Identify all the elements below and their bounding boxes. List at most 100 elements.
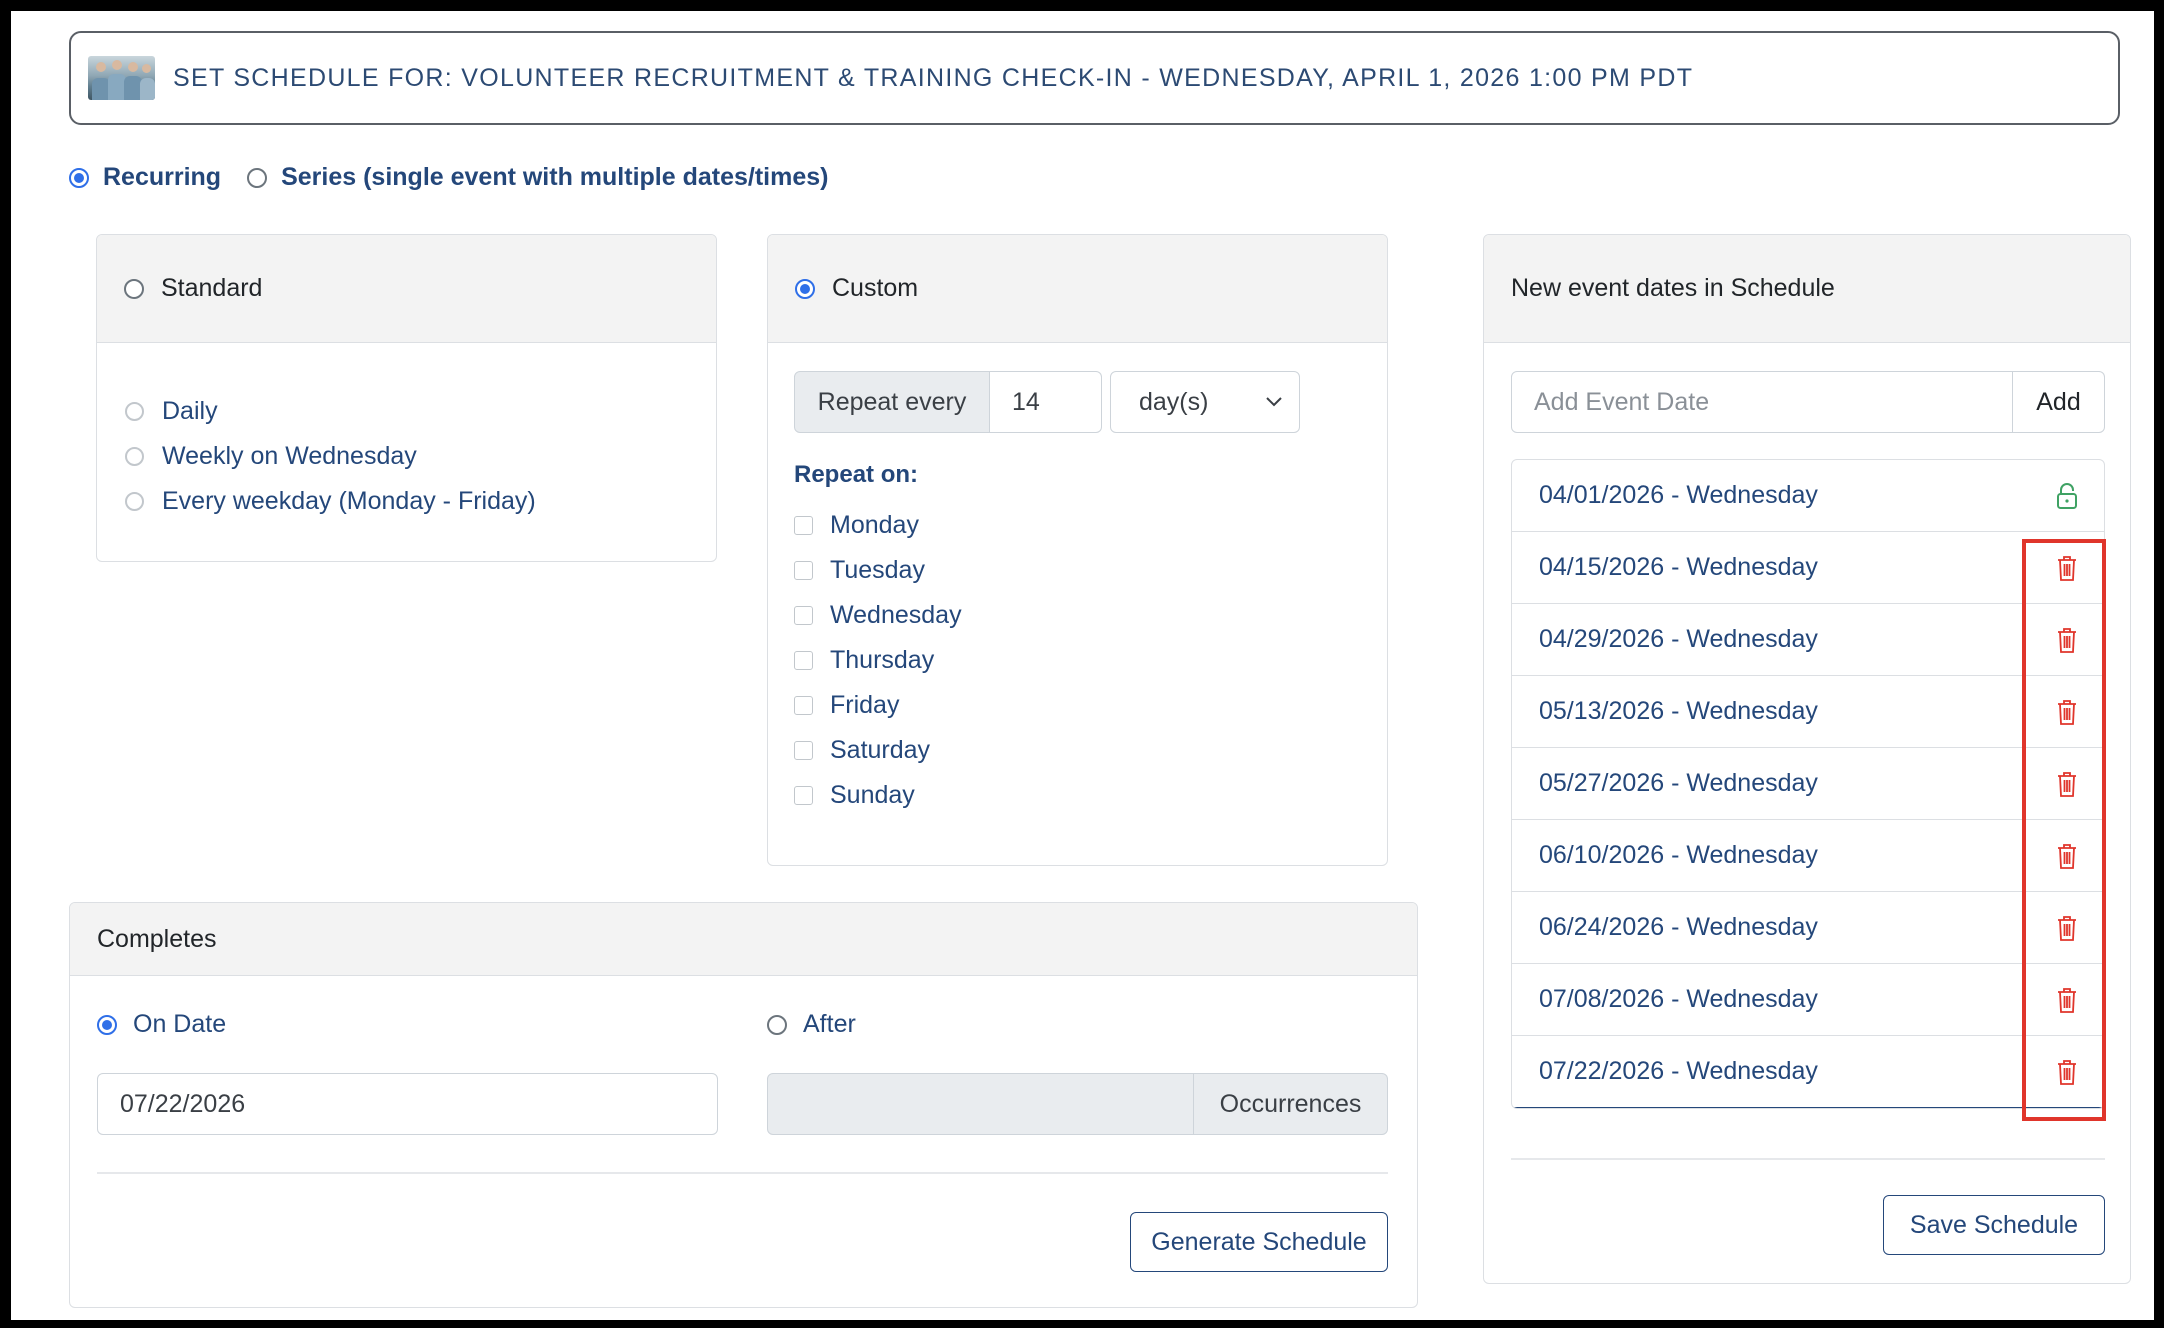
list-item: 07/22/2026 - Wednesday [1512,1036,2104,1108]
weekly-radio[interactable] [125,447,144,466]
after-option[interactable]: After [767,1010,856,1039]
repeat-on-label: Repeat on: [794,461,919,488]
list-item: 04/29/2026 - Wednesday [1512,604,2104,676]
day-thursday[interactable]: Thursday [794,638,962,683]
after-label: After [803,1010,856,1038]
custom-title: Custom [832,274,919,302]
day-monday[interactable]: Monday [794,503,962,548]
repeat-every-label: Repeat every [794,371,990,433]
weekday-radio[interactable] [125,492,144,511]
standard-title: Standard [161,274,263,302]
end-date-input[interactable]: 07/22/2026 [97,1073,718,1135]
recurring-option[interactable]: Recurring [69,163,221,192]
thursday-checkbox[interactable] [794,651,813,670]
date-label: 07/08/2026 - Wednesday [1539,985,1818,1013]
repeat-unit-select[interactable]: day(s) [1110,371,1300,433]
schedule-page: SET SCHEDULE FOR: VOLUNTEER RECRUITMENT … [11,11,2154,1320]
occurrences-group: Occurrences [767,1073,1388,1135]
completes-panel: Completes On Date 07/22/2026 After Occur… [69,902,1418,1308]
repeat-days-list: Monday Tuesday Wednesday Thursday Friday… [794,503,962,818]
repeat-every-group: Repeat every 14 day(s) [794,371,1300,433]
custom-panel: Custom Repeat every 14 day(s) Repeat on:… [767,234,1388,866]
date-label: 04/01/2026 - Wednesday [1539,481,1818,509]
option-weekday[interactable]: Every weekday (Monday - Friday) [125,479,716,524]
date-label: 07/22/2026 - Wednesday [1539,1057,1818,1085]
daily-radio[interactable] [125,402,144,421]
divider [97,1172,1388,1174]
repeat-unit-value: day(s) [1139,387,1209,416]
add-date-button[interactable]: Add [2013,371,2105,433]
page-title: SET SCHEDULE FOR: VOLUNTEER RECRUITMENT … [173,63,1694,92]
add-event-date-input[interactable]: Add Event Date [1511,371,2013,433]
schedule-mode-group: Recurring Series (single event with mult… [69,163,854,192]
date-label: 04/15/2026 - Wednesday [1539,553,1818,581]
completes-title: Completes [97,924,217,953]
series-radio[interactable] [247,167,268,188]
date-label: 06/24/2026 - Wednesday [1539,913,1818,941]
date-label: 05/27/2026 - Wednesday [1539,769,1818,797]
tuesday-checkbox[interactable] [794,561,813,580]
day-label: Wednesday [830,601,962,629]
day-tuesday[interactable]: Tuesday [794,548,962,593]
option-daily[interactable]: Daily [125,389,716,434]
day-saturday[interactable]: Saturday [794,728,962,773]
recurring-radio[interactable] [69,167,89,188]
list-item: 07/08/2026 - Wednesday [1512,964,2104,1036]
day-label: Sunday [830,781,915,809]
completes-header: Completes [70,903,1417,976]
list-item: 05/27/2026 - Wednesday [1512,748,2104,820]
day-label: Tuesday [830,556,925,584]
list-item: 04/15/2026 - Wednesday [1512,532,2104,604]
add-date-group: Add Event Date Add [1511,371,2105,433]
list-item: 06/10/2026 - Wednesday [1512,820,2104,892]
option-label: Every weekday (Monday - Friday) [162,487,536,515]
lock-icon [2054,481,2080,511]
generate-schedule-button[interactable]: Generate Schedule [1130,1212,1388,1272]
day-label: Friday [830,691,900,719]
schedule-title: New event dates in Schedule [1511,274,1835,302]
day-label: Saturday [830,736,931,764]
after-radio[interactable] [767,1014,787,1035]
list-item: 05/13/2026 - Wednesday [1512,676,2104,748]
recurring-label: Recurring [103,163,222,191]
option-label: Daily [162,397,218,425]
custom-header[interactable]: Custom [768,235,1387,343]
option-weekly[interactable]: Weekly on Wednesday [125,434,716,479]
occurrences-input[interactable] [767,1073,1194,1135]
event-thumbnail [88,56,155,100]
on-date-option[interactable]: On Date [97,1010,226,1039]
on-date-label: On Date [133,1010,227,1038]
on-date-radio[interactable] [97,1014,117,1035]
wednesday-checkbox[interactable] [794,606,813,625]
date-label: 04/29/2026 - Wednesday [1539,625,1818,653]
series-label: Series (single event with multiple dates… [281,163,829,191]
option-label: Weekly on Wednesday [162,442,417,470]
chevron-down-icon [1266,397,1282,407]
custom-radio[interactable] [795,278,815,299]
series-option[interactable]: Series (single event with multiple dates… [247,163,828,192]
day-label: Monday [830,511,919,539]
list-item: 06/24/2026 - Wednesday [1512,892,2104,964]
day-sunday[interactable]: Sunday [794,773,962,818]
sunday-checkbox[interactable] [794,786,813,805]
standard-panel: Standard Daily Weekly on Wednesday Every… [96,234,717,562]
date-label: 06/10/2026 - Wednesday [1539,841,1818,869]
day-wednesday[interactable]: Wednesday [794,593,962,638]
divider [1511,1158,2105,1160]
save-schedule-button[interactable]: Save Schedule [1883,1195,2105,1255]
event-header: SET SCHEDULE FOR: VOLUNTEER RECRUITMENT … [69,31,2120,125]
standard-header[interactable]: Standard [97,235,716,343]
saturday-checkbox[interactable] [794,741,813,760]
date-label: 05/13/2026 - Wednesday [1539,697,1818,725]
occurrences-label: Occurrences [1194,1073,1388,1135]
schedule-header: New event dates in Schedule [1484,235,2130,343]
repeat-interval-input[interactable]: 14 [990,371,1102,433]
event-dates-list: 04/01/2026 - Wednesday 04/15/2026 - Wedn… [1511,459,2105,1109]
standard-radio[interactable] [124,278,144,299]
friday-checkbox[interactable] [794,696,813,715]
day-friday[interactable]: Friday [794,683,962,728]
day-label: Thursday [830,646,935,674]
list-item: 04/01/2026 - Wednesday [1512,460,2104,532]
highlight-box [2022,539,2106,1121]
monday-checkbox[interactable] [794,516,813,535]
